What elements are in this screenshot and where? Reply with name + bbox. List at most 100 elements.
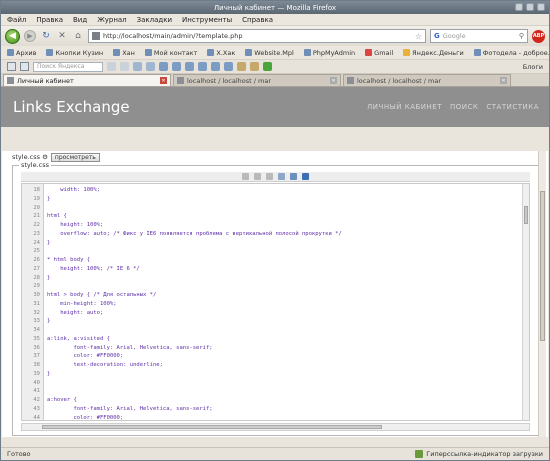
line-number: 26: [33, 257, 40, 263]
toolbar-tool-icon[interactable]: [133, 62, 142, 71]
toolbar-tool-icon[interactable]: [224, 62, 233, 71]
toolbar-tool-icon[interactable]: [146, 62, 155, 71]
toolbar-close-icon[interactable]: [20, 62, 29, 71]
search-placeholder[interactable]: Google: [443, 32, 516, 40]
bookmark-icon: [303, 49, 311, 56]
tab-localhost-1[interactable]: localhost / localhost / mar ✕: [173, 74, 341, 86]
green-arrow-icon[interactable]: [263, 62, 272, 71]
code-line: 28}: [22, 274, 529, 282]
bookmark-item[interactable]: Х.Хак: [207, 49, 235, 57]
bookmark-item[interactable]: Кнопки Кузин: [46, 49, 103, 57]
tab-personal-cabinet[interactable]: Личный кабинет ✕: [3, 74, 171, 86]
window-title: Личный кабинет — Mozilla Firefox: [213, 3, 337, 12]
back-button[interactable]: ◀: [5, 28, 20, 44]
bookmark-item[interactable]: Яндекс.Деньги: [403, 49, 464, 57]
bookmark-item[interactable]: PhpMyAdmin: [303, 49, 355, 57]
toolbar-tool-icon[interactable]: [120, 62, 129, 71]
menu-file[interactable]: Файл: [7, 16, 26, 24]
browse-button[interactable]: просмотреть: [50, 152, 100, 162]
tab-close-icon[interactable]: ✕: [330, 77, 337, 84]
title-bar: Личный кабинет — Mozilla Firefox: [1, 1, 549, 14]
editor-tool-icon[interactable]: [254, 173, 261, 180]
code-line: 21 html {: [22, 212, 529, 220]
code-text: * html body {: [47, 257, 91, 263]
code-text: height: 100%; /* IE 6 */: [47, 265, 140, 272]
toolbar-tool-icon[interactable]: [198, 62, 207, 71]
line-number: 28: [33, 274, 40, 281]
bookmark-star-icon[interactable]: ☆: [415, 32, 422, 41]
home-icon[interactable]: ⌂: [72, 30, 84, 42]
bookmark-icon: [144, 49, 152, 56]
menu-tools[interactable]: Инструменты: [182, 16, 232, 24]
file-chooser-row: style.css ⚙ просмотреть: [2, 151, 548, 163]
bookmark-item[interactable]: Мой контакт: [144, 49, 197, 57]
editor-tool-icon[interactable]: [290, 173, 297, 180]
yandex-search-input[interactable]: Поиск Яндекса: [33, 61, 103, 72]
editor-tool-icon[interactable]: [242, 173, 249, 180]
code-text: html > body { /* Для остальных */: [47, 292, 157, 298]
toolbar-tool-icon[interactable]: [250, 62, 259, 71]
minimize-button[interactable]: [515, 3, 523, 11]
line-number: 33: [33, 318, 40, 325]
bookmark-item[interactable]: Хан: [113, 49, 135, 57]
page-vertical-scroll-thumb[interactable]: [540, 191, 545, 341]
bookmark-icon: [245, 49, 253, 56]
tab-close-icon[interactable]: ✕: [160, 77, 167, 84]
search-box[interactable]: G Google ⚲: [430, 29, 528, 43]
nav-link-cabinet[interactable]: ЛИЧНЫЙ КАБИНЕТ: [367, 103, 442, 111]
google-icon[interactable]: G: [434, 32, 440, 40]
editor-horizontal-scroll-thumb[interactable]: [42, 425, 382, 429]
status-bar: Готово Гиперссылка-индикатор загрузки: [1, 447, 549, 460]
bookmark-item[interactable]: Gmail: [365, 49, 393, 57]
toolbar-menu-icon[interactable]: [7, 62, 16, 71]
menu-bar: Файл Правка Вид Журнал Закладки Инструме…: [1, 14, 549, 26]
bookmark-item[interactable]: Website.Mpl: [245, 49, 294, 57]
code-line: 42 a:hover {: [22, 396, 529, 404]
stop-icon[interactable]: ✕: [56, 30, 68, 42]
blogs-label[interactable]: Блоги: [523, 63, 543, 71]
code-line: 23 overflow: auto; /* Фикс у IE6 появляе…: [22, 230, 529, 238]
bookmark-icon: [7, 49, 14, 56]
search-icon[interactable]: ⚲: [519, 32, 524, 40]
tab-favicon-icon: [177, 77, 184, 84]
toolbar-tool-icon[interactable]: [107, 62, 116, 71]
toolbar-tool-icon[interactable]: [172, 62, 181, 71]
code-line: 43 font-family: Arial, Helvetica, sans-s…: [22, 405, 529, 413]
tab-close-icon[interactable]: ✕: [500, 77, 507, 84]
toolbar-tool-icon[interactable]: [237, 62, 246, 71]
toolbar-tool-icon[interactable]: [185, 62, 194, 71]
menu-bookmarks[interactable]: Закладки: [137, 16, 172, 24]
bookmark-icon: [46, 49, 54, 56]
menu-help[interactable]: Справка: [242, 16, 273, 24]
editor-tool-icon[interactable]: [302, 173, 309, 180]
menu-view[interactable]: Вид: [73, 16, 87, 24]
menu-edit[interactable]: Правка: [36, 16, 63, 24]
line-number: 38: [33, 362, 40, 368]
code-text: }: [47, 239, 51, 246]
adblock-icon[interactable]: ABP: [532, 29, 545, 43]
editor-tool-icon[interactable]: [278, 173, 285, 180]
close-button[interactable]: [537, 3, 545, 11]
menu-history[interactable]: Журнал: [97, 16, 126, 24]
toolbar-tool-icon[interactable]: [159, 62, 168, 71]
maximize-button[interactable]: [526, 3, 534, 11]
forward-button[interactable]: ▶: [24, 30, 36, 42]
toolbar-tool-icon[interactable]: [211, 62, 220, 71]
bookmark-item[interactable]: Фотодела - доброе...: [473, 49, 549, 57]
address-text[interactable]: http://localhost/main/admin/?template.ph…: [103, 32, 412, 40]
nav-link-search[interactable]: ПОИСК: [450, 103, 478, 111]
code-editor[interactable]: 18 width: 100%; 19} 20 21 html {22 height: 1…: [21, 183, 530, 421]
fieldset-legend: style.css: [19, 161, 51, 169]
code-text: }: [47, 318, 51, 325]
address-bar[interactable]: http://localhost/main/admin/?template.ph…: [88, 29, 426, 43]
tab-localhost-2[interactable]: localhost / localhost / mar ✕: [343, 74, 511, 86]
code-text: height: 100%;: [47, 222, 104, 228]
reload-icon[interactable]: ↻: [40, 30, 52, 42]
nav-link-stats[interactable]: СТАТИСТИКА: [486, 103, 539, 111]
editor-toolbar: [21, 172, 530, 182]
editor-tool-icon[interactable]: [266, 173, 273, 180]
bookmark-item[interactable]: Архив: [7, 49, 36, 57]
editor-horizontal-scrollbar[interactable]: [21, 423, 530, 431]
line-number: 44: [33, 414, 40, 421]
page-vertical-scrollbar[interactable]: [538, 151, 546, 437]
